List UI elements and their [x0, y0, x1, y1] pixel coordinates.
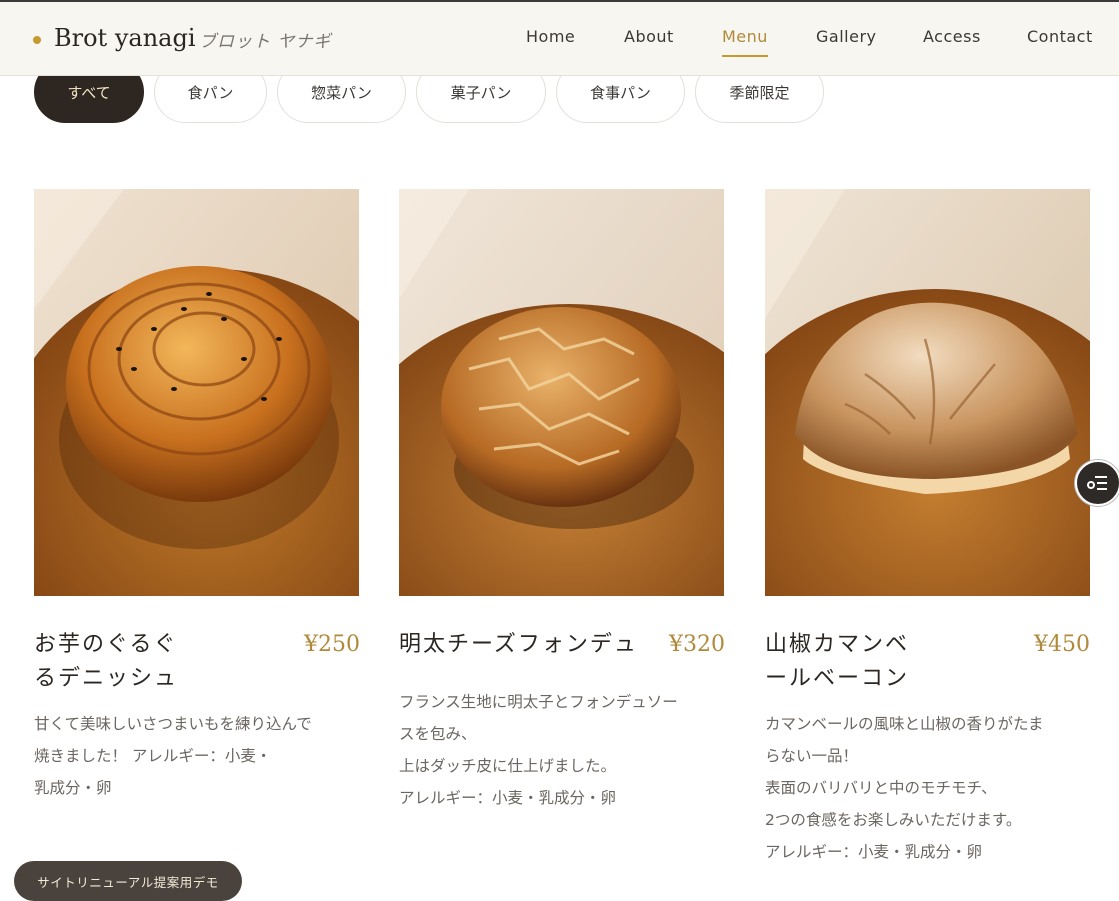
side-menu-button[interactable]	[1075, 460, 1119, 506]
nav-about[interactable]: About	[624, 27, 674, 46]
product-title-line1: お芋のぐるぐ	[34, 632, 178, 657]
product-title-line2: るデニッシュ	[34, 666, 179, 691]
demo-badge: サイトリニューアル提案用デモ	[14, 861, 242, 901]
product-desc-danish: 甘くて美味しいさつまいもを練り込んで 焼きました！ アレルギー：小麦・ 乳成分・…	[34, 715, 312, 797]
product-title-camembert[interactable]: 山椒カマンベ ールベーコン	[765, 628, 1015, 696]
product-desc-mentai: フランス生地に明太子とフォンデュソー スを包み、 上はダッチ皮に仕上げました。 …	[399, 693, 678, 807]
product-title-mentai[interactable]: 明太チーズフォンデュ	[399, 628, 669, 662]
product-price-mentai: ¥320	[669, 632, 725, 657]
product-title-line1: 山椒カマンベ	[765, 632, 910, 657]
nav-access[interactable]: Access	[923, 27, 981, 46]
filter-list-icon	[1087, 476, 1107, 490]
dutch-crust-bread-image	[399, 189, 724, 596]
site-logo[interactable]: Brot yanagi	[54, 24, 196, 52]
product-price-camembert: ¥450	[1034, 632, 1090, 657]
product-image-danish[interactable]	[34, 189, 359, 596]
nav-menu-label: Menu	[722, 27, 768, 46]
logo-dot-icon	[33, 36, 41, 44]
danish-pastry-image	[34, 189, 359, 596]
product-title-line1: 明太チーズフォンデュ	[399, 632, 638, 657]
product-desc-camembert: カマンベールの風味と山椒の香りがたま らない一品！ 表面のバリバリと中のモチモチ…	[765, 715, 1044, 861]
product-title-danish[interactable]: お芋のぐるぐ るデニッシュ	[34, 628, 284, 696]
nav-active-underline	[722, 55, 768, 57]
site-logo-kana: ブロット ヤナギ	[199, 32, 332, 52]
nav-menu[interactable]: Menu	[722, 27, 768, 57]
nav-home[interactable]: Home	[526, 27, 575, 46]
country-bread-image	[765, 189, 1090, 596]
site-header: Brot yanagi ブロット ヤナギ Home About Menu Gal…	[0, 0, 1119, 76]
product-price-danish: ¥250	[304, 632, 360, 657]
product-image-mentai[interactable]	[399, 189, 724, 596]
nav-gallery[interactable]: Gallery	[816, 27, 876, 46]
product-image-camembert[interactable]	[765, 189, 1090, 596]
product-title-line2: ールベーコン	[765, 666, 910, 691]
nav-contact[interactable]: Contact	[1027, 27, 1093, 46]
